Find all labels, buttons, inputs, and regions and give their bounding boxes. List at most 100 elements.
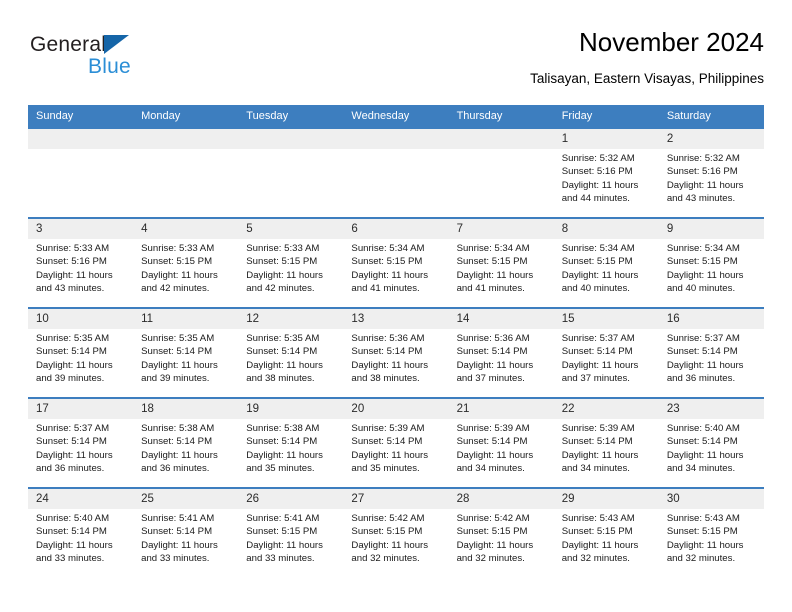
day-number: 9 [658,219,764,239]
calendar-week-row: 24 Sunrise: 5:40 AM Sunset: 5:14 PM Dayligh… [28,487,764,577]
calendar-page: General Blue November 2024 Talisayan, Ea… [0,0,792,612]
daylight-text-line1: Daylight: 11 hours [666,539,744,551]
daylight-text-line1: Daylight: 11 hours [36,539,113,551]
day-number [343,129,449,149]
daylight-text-line2: and 38 minutes. [246,373,315,385]
sunset-text: Sunset: 5:14 PM [666,346,738,358]
sunrise-text: Sunrise: 5:39 AM [351,423,425,434]
sunrise-text: Sunrise: 5:38 AM [246,423,320,434]
day-sun-info: Sunrise: 5:35 AM Sunset: 5:14 PM Daylight:… [133,329,238,386]
daylight-text-line2: and 41 minutes. [351,283,420,295]
day-sun-info: Sunrise: 5:42 AM Sunset: 5:15 PM Daylight:… [343,509,448,566]
day-cell[interactable]: 16 Sunrise: 5:37 AM Sunset: 5:14 PM Dayligh… [658,309,764,397]
day-cell[interactable]: 7 Sunrise: 5:34 AM Sunset: 5:15 PM Daylight… [448,219,554,307]
sunrise-text: Sunrise: 5:39 AM [561,423,635,434]
daylight-text-line2: and 44 minutes. [561,193,630,205]
day-number [448,129,554,149]
day-cell[interactable]: 23 Sunrise: 5:40 AM Sunset: 5:14 PM Dayligh… [658,399,764,487]
day-cell[interactable]: 11 Sunrise: 5:35 AM Sunset: 5:14 PM Dayligh… [133,309,239,397]
day-cell[interactable]: 12 Sunrise: 5:35 AM Sunset: 5:14 PM Dayligh… [238,309,344,397]
weekday-header-thursday: Thursday [448,105,554,128]
day-cell[interactable]: 25 Sunrise: 5:41 AM Sunset: 5:14 PM Dayligh… [133,489,239,577]
general-blue-logo[interactable]: General Blue [28,32,208,84]
sunset-text: Sunset: 5:14 PM [246,436,318,448]
day-number [28,129,134,149]
day-cell[interactable]: 1 Sunrise: 5:32 AM Sunset: 5:16 PM Daylight… [553,129,659,217]
day-cell[interactable]: 5 Sunrise: 5:33 AM Sunset: 5:15 PM Daylight… [238,219,344,307]
day-cell[interactable]: 27 Sunrise: 5:42 AM Sunset: 5:15 PM Dayligh… [343,489,449,577]
sunrise-text: Sunrise: 5:39 AM [456,423,530,434]
day-cell[interactable]: 15 Sunrise: 5:37 AM Sunset: 5:14 PM Dayligh… [553,309,659,397]
day-cell[interactable]: 4 Sunrise: 5:33 AM Sunset: 5:15 PM Daylight… [133,219,239,307]
daylight-text-line2: and 32 minutes. [351,553,420,565]
day-sun-info: Sunrise: 5:39 AM Sunset: 5:14 PM Daylight:… [449,419,554,476]
day-cell[interactable]: 13 Sunrise: 5:36 AM Sunset: 5:14 PM Dayligh… [343,309,449,397]
sunrise-text: Sunrise: 5:34 AM [351,243,425,254]
day-cell[interactable]: 29 Sunrise: 5:43 AM Sunset: 5:15 PM Dayligh… [553,489,659,577]
sunrise-text: Sunrise: 5:41 AM [141,513,215,524]
day-sun-info: Sunrise: 5:34 AM Sunset: 5:15 PM Daylight:… [449,239,554,296]
calendar-header-row: Sunday Monday Tuesday Wednesday Thursday… [28,105,764,128]
day-sun-info: Sunrise: 5:38 AM Sunset: 5:14 PM Daylight:… [238,419,343,476]
sunrise-text: Sunrise: 5:37 AM [666,333,740,344]
sunset-text: Sunset: 5:15 PM [666,256,738,268]
sunrise-text: Sunrise: 5:35 AM [36,333,110,344]
day-cell[interactable]: 22 Sunrise: 5:39 AM Sunset: 5:14 PM Dayligh… [553,399,659,487]
day-cell[interactable]: 26 Sunrise: 5:41 AM Sunset: 5:15 PM Dayligh… [238,489,344,577]
calendar-body: 1 Sunrise: 5:32 AM Sunset: 5:16 PM Daylight… [28,127,764,577]
daylight-text-line1: Daylight: 11 hours [141,449,218,461]
daylight-text-line2: and 43 minutes. [666,193,736,205]
daylight-text-line2: and 35 minutes. [246,463,315,475]
day-cell[interactable]: 8 Sunrise: 5:34 AM Sunset: 5:15 PM Daylight… [553,219,659,307]
day-cell[interactable]: 21 Sunrise: 5:39 AM Sunset: 5:14 PM Dayligh… [448,399,554,487]
day-sun-info: Sunrise: 5:40 AM Sunset: 5:14 PM Daylight:… [28,509,133,566]
day-number: 4 [133,219,239,239]
day-number: 30 [658,489,764,509]
day-cell[interactable]: 17 Sunrise: 5:37 AM Sunset: 5:14 PM Dayligh… [28,399,134,487]
sunset-text: Sunset: 5:14 PM [141,346,213,358]
calendar-week-row: 3 Sunrise: 5:33 AM Sunset: 5:16 PM Daylight… [28,217,764,308]
day-cell[interactable]: 6 Sunrise: 5:34 AM Sunset: 5:15 PM Daylight… [343,219,449,307]
day-sun-info: Sunrise: 5:40 AM Sunset: 5:14 PM Daylight:… [659,419,764,476]
day-cell[interactable]: 2 Sunrise: 5:32 AM Sunset: 5:16 PM Daylight… [658,129,764,217]
daylight-text-line1: Daylight: 11 hours [561,539,639,551]
day-sun-info: Sunrise: 5:41 AM Sunset: 5:14 PM Daylight:… [133,509,238,566]
daylight-text-line1: Daylight: 11 hours [36,449,113,461]
day-number [133,129,239,149]
daylight-text-line1: Daylight: 11 hours [246,539,323,551]
daylight-text-line2: and 38 minutes. [351,373,420,385]
sunset-text: Sunset: 5:14 PM [561,346,633,358]
day-sun-info: Sunrise: 5:39 AM Sunset: 5:14 PM Daylight:… [343,419,448,476]
day-cell[interactable]: 19 Sunrise: 5:38 AM Sunset: 5:14 PM Dayligh… [238,399,344,487]
daylight-text-line2: and 36 minutes. [666,373,736,385]
day-cell[interactable]: 28 Sunrise: 5:42 AM Sunset: 5:15 PM Dayligh… [448,489,554,577]
day-cell[interactable]: 10 Sunrise: 5:35 AM Sunset: 5:14 PM Dayligh… [28,309,134,397]
day-sun-info: Sunrise: 5:35 AM Sunset: 5:14 PM Daylight:… [238,329,343,386]
daylight-text-line2: and 34 minutes. [666,463,736,475]
daylight-text-line1: Daylight: 11 hours [666,359,744,371]
day-number: 12 [238,309,344,329]
day-cell[interactable]: 3 Sunrise: 5:33 AM Sunset: 5:16 PM Daylight… [28,219,134,307]
day-number: 19 [238,399,344,419]
daylight-text-line1: Daylight: 11 hours [561,449,639,461]
title-block: November 2024 Talisayan, Eastern Visayas… [530,26,764,88]
day-cell[interactable]: 20 Sunrise: 5:39 AM Sunset: 5:14 PM Dayligh… [343,399,449,487]
day-cell-empty [133,129,239,217]
day-cell[interactable]: 9 Sunrise: 5:34 AM Sunset: 5:15 PM Daylight… [658,219,764,307]
day-number: 18 [133,399,239,419]
sunset-text: Sunset: 5:14 PM [456,436,528,448]
sunset-text: Sunset: 5:15 PM [351,256,423,268]
day-cell[interactable]: 14 Sunrise: 5:36 AM Sunset: 5:14 PM Dayligh… [448,309,554,397]
daylight-text-line1: Daylight: 11 hours [561,359,639,371]
daylight-text-line1: Daylight: 11 hours [561,179,639,191]
day-number: 23 [658,399,764,419]
day-sun-info: Sunrise: 5:36 AM Sunset: 5:14 PM Daylight:… [343,329,448,386]
sunrise-text: Sunrise: 5:38 AM [141,423,215,434]
day-cell[interactable]: 24 Sunrise: 5:40 AM Sunset: 5:14 PM Dayligh… [28,489,134,577]
day-cell[interactable]: 30 Sunrise: 5:43 AM Sunset: 5:15 PM Dayligh… [658,489,764,577]
day-cell[interactable]: 18 Sunrise: 5:38 AM Sunset: 5:14 PM Dayligh… [133,399,239,487]
day-sun-info: Sunrise: 5:37 AM Sunset: 5:14 PM Daylight:… [554,329,659,386]
day-sun-info: Sunrise: 5:37 AM Sunset: 5:14 PM Daylight:… [659,329,764,386]
day-number: 2 [658,129,764,149]
day-cell-empty [343,129,449,217]
